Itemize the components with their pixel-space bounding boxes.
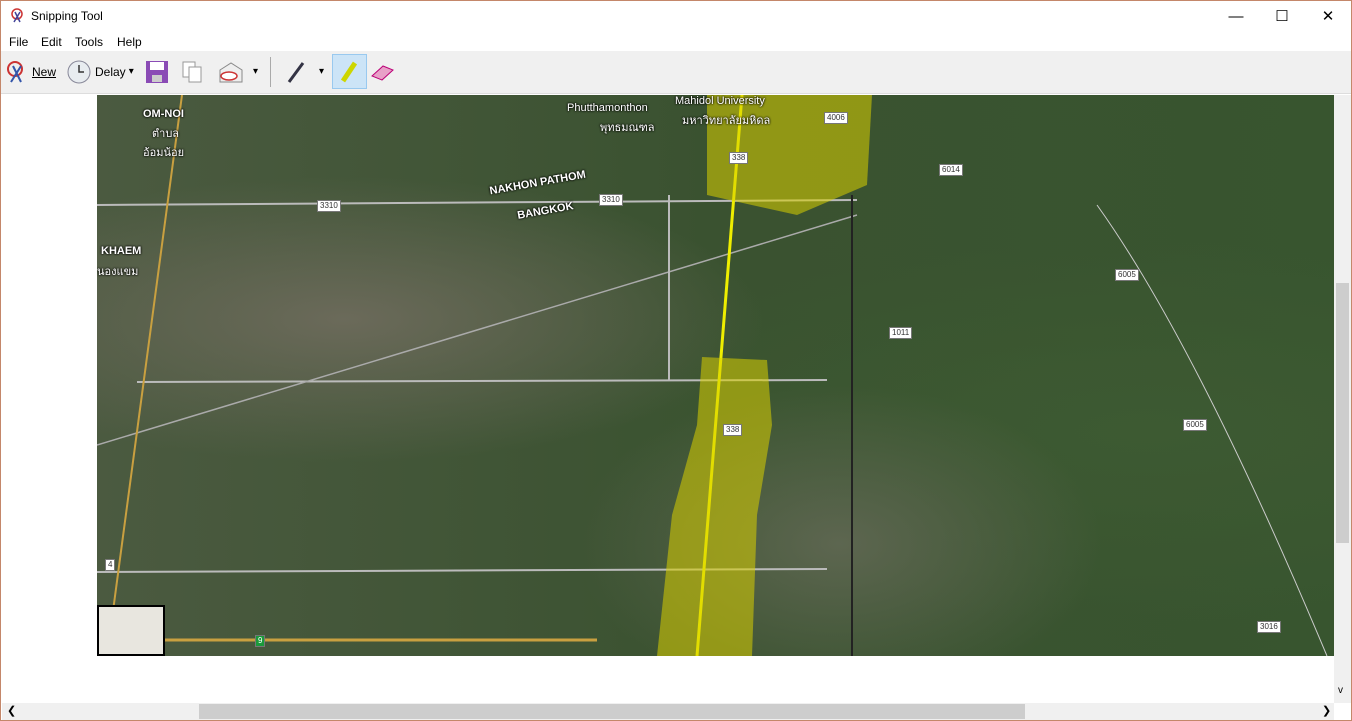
pen-icon bbox=[287, 61, 305, 83]
eraser-icon bbox=[371, 64, 394, 81]
delay-label: Delay bbox=[95, 64, 126, 79]
send-dropdown-icon[interactable]: ▾ bbox=[253, 66, 258, 77]
road-shield: 4006 bbox=[824, 112, 848, 124]
window-title: Snipping Tool bbox=[31, 9, 103, 23]
menu-edit[interactable]: Edit bbox=[41, 35, 62, 49]
road-shield: 338 bbox=[723, 424, 743, 436]
road-shield: 6014 bbox=[939, 164, 963, 176]
road-shield: 4 bbox=[105, 559, 116, 571]
road-shield: 9 bbox=[255, 635, 266, 647]
map-roads bbox=[97, 95, 1328, 656]
new-label: New bbox=[32, 64, 57, 79]
road-shield: 3310 bbox=[599, 194, 623, 206]
map-label: มหาวิทยาลัยมหิดล bbox=[682, 115, 771, 127]
delay-dropdown-icon[interactable]: ▾ bbox=[129, 66, 134, 77]
save-icon bbox=[146, 60, 168, 83]
maximize-button[interactable]: ☐ bbox=[1259, 1, 1305, 32]
email-icon bbox=[219, 61, 243, 82]
pen-dropdown-icon[interactable]: ▾ bbox=[319, 66, 324, 77]
highlighter-icon bbox=[340, 61, 357, 82]
scroll-down-arrow[interactable]: v bbox=[1338, 685, 1343, 696]
map-label: Phutthamonthon bbox=[567, 102, 648, 114]
pen-button[interactable]: ▾ bbox=[285, 54, 324, 89]
snipping-tool-icon bbox=[11, 8, 23, 23]
scissors-icon bbox=[7, 60, 23, 83]
map-label: อ้อมน้อย bbox=[143, 147, 185, 159]
menu-tools[interactable]: Tools bbox=[75, 35, 103, 49]
menu-help[interactable]: Help bbox=[117, 35, 142, 49]
road-shield: 6005 bbox=[1183, 419, 1207, 431]
map-snip-image: OM-NOI ตำบล อ้อมน้อย KHAEM นองแขม Phutth… bbox=[97, 95, 1334, 656]
horizontal-scroll-thumb[interactable] bbox=[199, 704, 1025, 719]
toolbar: New Delay ▾ ▾ ▾ bbox=[1, 51, 1351, 94]
road-shield: 1011 bbox=[889, 327, 913, 339]
toolbar-separator bbox=[270, 57, 271, 87]
road-shield: 6005 bbox=[1115, 269, 1139, 281]
map-label: พุทธมณฑล bbox=[600, 122, 655, 134]
map-label: ตำบล bbox=[152, 128, 180, 140]
copy-button[interactable] bbox=[180, 54, 204, 89]
horizontal-scrollbar[interactable]: ❮ ❯ bbox=[2, 703, 1334, 720]
map-label: Mahidol University bbox=[675, 95, 765, 107]
road-shield: 3016 bbox=[1257, 621, 1281, 633]
highlighter-button[interactable] bbox=[332, 54, 367, 89]
map-label: KHAEM bbox=[101, 245, 142, 257]
snip-canvas: OM-NOI ตำบล อ้อมน้อย KHAEM นองแขม Phutth… bbox=[2, 95, 1334, 703]
new-button[interactable]: New bbox=[5, 54, 56, 89]
minimize-button[interactable]: — bbox=[1213, 1, 1259, 32]
save-button[interactable] bbox=[145, 54, 169, 89]
road-shield: 338 bbox=[729, 152, 749, 164]
vertical-scroll-thumb[interactable] bbox=[1336, 283, 1349, 543]
menu-file[interactable]: File bbox=[9, 35, 28, 49]
copy-icon bbox=[182, 61, 202, 82]
clock-icon bbox=[67, 60, 91, 83]
send-snip-button[interactable]: ▾ bbox=[217, 54, 258, 89]
minimap-thumbnail bbox=[97, 605, 165, 656]
eraser-button[interactable] bbox=[369, 54, 395, 89]
delay-button[interactable]: Delay ▾ bbox=[67, 54, 134, 89]
menu-bar: File Edit Tools Help bbox=[1, 32, 1351, 51]
road-shield: 3310 bbox=[317, 200, 341, 212]
close-button[interactable]: ✕ bbox=[1305, 1, 1351, 32]
map-label: นองแขม bbox=[97, 266, 139, 278]
map-label: OM-NOI bbox=[143, 108, 184, 120]
scroll-left-arrow[interactable]: ❮ bbox=[7, 704, 16, 717]
scroll-right-arrow[interactable]: ❯ bbox=[1322, 704, 1331, 717]
vertical-scrollbar[interactable]: v bbox=[1334, 95, 1351, 703]
title-bar: Snipping Tool — ☐ ✕ bbox=[1, 1, 1351, 32]
